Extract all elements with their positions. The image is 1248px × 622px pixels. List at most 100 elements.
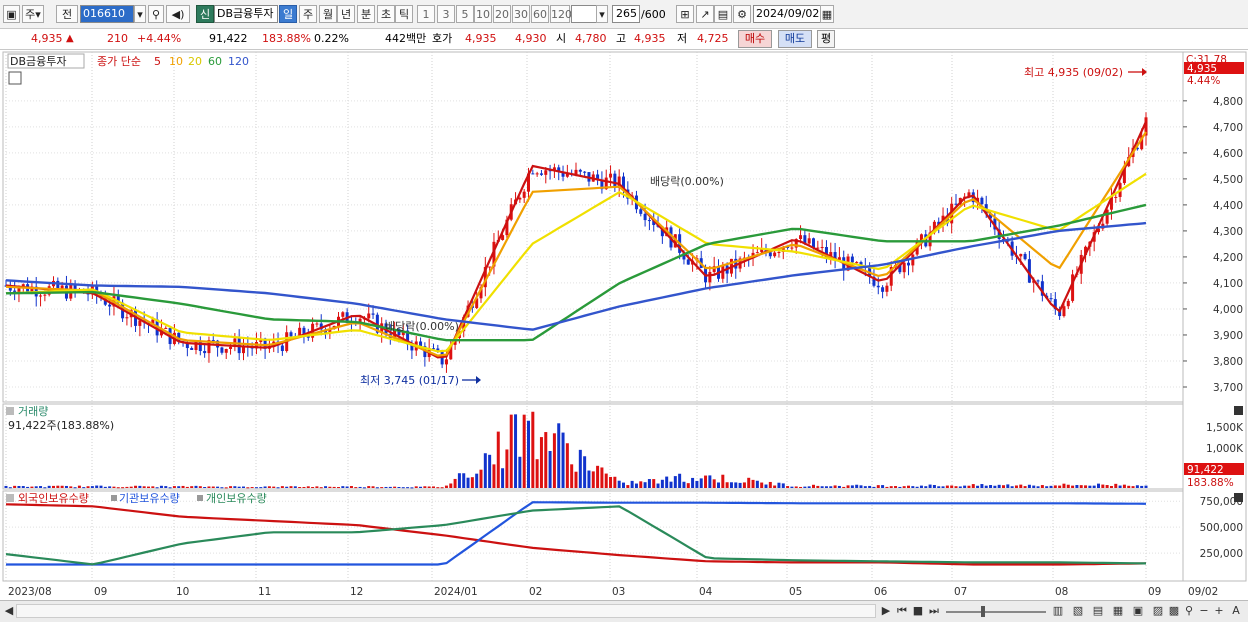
candle-body [138, 320, 142, 326]
volume-bar [60, 485, 64, 488]
holding-panel-handle-icon[interactable] [6, 494, 14, 502]
volume-bar [39, 486, 43, 488]
interval-3-button[interactable]: 3 [437, 5, 455, 23]
stock-chart[interactable]: 3,700 3,800 3,900 4,000 4,100 4,200 4,300 4,400… [0, 50, 1248, 600]
search-icon[interactable]: ⚲ [148, 5, 164, 23]
interval-10-button[interactable]: 10 [474, 5, 492, 23]
scroll-left-icon[interactable]: ◀ [4, 604, 14, 618]
volume-bar [470, 477, 474, 488]
save-icon[interactable]: ▤ [714, 5, 732, 23]
chart-grid-icon[interactable]: ▦ [1110, 604, 1126, 618]
chart-split-icon[interactable]: ▤ [1090, 604, 1106, 618]
chart-print-icon[interactable]: ▩ [1166, 604, 1182, 618]
buy-button[interactable]: 매수 [738, 30, 772, 48]
interval-20-button[interactable]: 20 [493, 5, 511, 23]
chart-fit-icon[interactable]: ▣ [1130, 604, 1146, 618]
volume-bar [172, 486, 176, 488]
volume-bar [881, 485, 885, 488]
volume-bar [246, 487, 250, 489]
settings-gear-icon[interactable]: ⚙ [733, 5, 751, 23]
period-week-tab[interactable]: 주 [299, 5, 317, 23]
volume-bar [799, 486, 803, 488]
current-change-pct-label: 4.44% [1187, 75, 1220, 87]
fast-forward-icon[interactable]: ⏭ [927, 604, 941, 618]
volume-bar [233, 486, 237, 488]
volume-panel-close-icon[interactable] [1234, 406, 1243, 415]
volume-bar [691, 477, 695, 488]
ma-legend-5: 5 [154, 55, 161, 68]
period-day-tab[interactable]: 일 [279, 5, 297, 23]
candle-body [583, 171, 587, 173]
stop-icon[interactable]: ■ [912, 604, 924, 618]
chart-compare-icon[interactable]: ▧ [1070, 604, 1086, 618]
interval-60-button[interactable]: 60 [531, 5, 549, 23]
ma-legend-60: 60 [208, 55, 222, 68]
window-menu-icon[interactable]: ▣ [3, 5, 20, 23]
chart-layout-icon[interactable]: ▥ [1050, 604, 1066, 618]
volume-bar [380, 487, 384, 489]
volume-bar [159, 485, 163, 488]
prev-button[interactable]: 전 [56, 5, 78, 23]
chart-grid-toggle-icon[interactable] [8, 71, 22, 85]
volume-bar [125, 486, 129, 488]
scroll-right-icon[interactable]: ▶ [880, 604, 892, 618]
scroll-track[interactable] [16, 604, 876, 618]
volume-bar [708, 475, 712, 488]
interval-5-button[interactable]: 5 [456, 5, 474, 23]
volume-bar [311, 487, 315, 489]
volume-bar [760, 482, 764, 488]
zoom-in-icon[interactable]: + [1213, 604, 1225, 618]
data-count-input[interactable]: 265 [612, 5, 640, 23]
zoom-out-icon[interactable]: − [1198, 604, 1210, 618]
interval-120-button[interactable]: 120 [550, 5, 572, 23]
sell-button[interactable]: 매도 [778, 30, 812, 48]
volume-bar [725, 482, 729, 488]
candle-body [488, 266, 492, 268]
code-dropdown-icon[interactable]: ▾ [134, 5, 146, 23]
zoom-search-icon[interactable]: ⚲ [1182, 604, 1196, 618]
volume-bar [596, 465, 600, 488]
volume-bar [570, 464, 574, 488]
speaker-icon[interactable]: ◀) [166, 5, 190, 23]
stock-code-input[interactable]: 016610 [80, 5, 134, 23]
new-stock-button[interactable]: 신 [196, 5, 214, 23]
volume-bar [902, 486, 906, 488]
zoom-slider[interactable] [946, 604, 1046, 618]
period-tick-tab[interactable]: 틱 [395, 5, 413, 23]
date-input[interactable]: 2024/09/02 [753, 5, 821, 23]
interval-30-button[interactable]: 30 [512, 5, 530, 23]
text-tool-icon[interactable]: A [1229, 604, 1243, 618]
volume-bar [164, 486, 168, 488]
volume-bar [224, 487, 228, 489]
market-type-select[interactable]: 주▾ [22, 5, 44, 23]
chart-export-icon[interactable]: ▨ [1150, 604, 1166, 618]
period-month-tab[interactable]: 월 [319, 5, 337, 23]
chart-tools-icon[interactable]: ⊞ [676, 5, 694, 23]
chart-area[interactable]: 3,700 3,800 3,900 4,000 4,100 4,200 4,300 4,400… [0, 50, 1248, 600]
volume-bar [812, 484, 815, 488]
volume-bar [846, 485, 850, 488]
volume-bar [17, 485, 21, 488]
evaluation-button[interactable]: 평 [817, 30, 835, 48]
volume-bar [337, 487, 340, 489]
period-minute-tab[interactable]: 분 [357, 5, 375, 23]
rewind-icon[interactable]: ⏮ [895, 604, 909, 618]
period-second-tab[interactable]: 초 [377, 5, 395, 23]
volume-bar [354, 487, 358, 489]
holding-tick-label: 250,000 [1200, 548, 1243, 560]
volume-bar [388, 486, 392, 488]
stock-name-field[interactable]: DB금융투자 [214, 5, 278, 23]
volume-panel-handle-icon[interactable] [6, 407, 14, 415]
custom-interval-dropdown-icon[interactable]: ▾ [596, 5, 608, 23]
volume-bar [837, 485, 841, 488]
period-year-tab[interactable]: 년 [337, 5, 355, 23]
volume-bar [544, 432, 548, 488]
high-label: 고 [616, 32, 627, 45]
volume-bar [462, 473, 466, 488]
calendar-icon[interactable]: ▦ [820, 5, 834, 23]
interval-1-button[interactable]: 1 [417, 5, 435, 23]
volume-bar [794, 486, 798, 488]
volume-bar [781, 483, 785, 488]
draw-line-icon[interactable]: ↗ [696, 5, 714, 23]
holding-panel-close-icon[interactable] [1234, 493, 1243, 502]
